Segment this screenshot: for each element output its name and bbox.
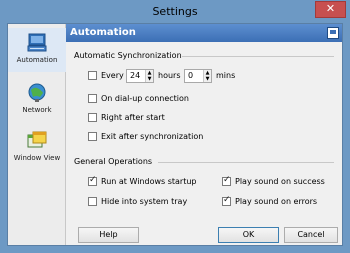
help-button[interactable]: Help <box>78 227 139 243</box>
mins-stepper[interactable]: 0 ▲ ▼ <box>184 69 212 83</box>
exit-after-sync-label: Exit after synchronization <box>101 132 204 141</box>
ok-button[interactable]: OK <box>218 227 279 243</box>
sidebar-item-automation[interactable]: Automation <box>8 28 66 72</box>
sidebar-item-network[interactable]: Network <box>8 80 66 124</box>
window-title: Settings <box>152 5 198 18</box>
right-after-start-checkbox[interactable] <box>88 113 97 122</box>
right-after-start-label: Right after start <box>101 113 165 122</box>
page-title: Automation <box>66 24 342 42</box>
run-startup-label: Run at Windows startup <box>101 177 197 186</box>
hours-stepper[interactable]: 24 ▲ ▼ <box>126 69 154 83</box>
network-icon <box>28 83 46 102</box>
exit-after-sync-checkbox[interactable] <box>88 132 97 141</box>
hide-tray-label: Hide into system tray <box>101 197 188 206</box>
sidebar-item-label: Network <box>22 106 52 114</box>
sound-success-checkbox[interactable] <box>222 175 231 186</box>
mins-unit-label: mins <box>216 71 236 80</box>
sidebar: Automation Network Window View <box>8 24 66 245</box>
group-title-auto-sync: Automatic Synchronization <box>74 51 182 60</box>
run-startup-checkbox[interactable] <box>88 175 97 186</box>
stepper-arrows-icon[interactable]: ▲ ▼ <box>145 70 153 82</box>
dialog-client-area: Automation Network Window View Automatio… <box>7 23 343 246</box>
close-button[interactable]: ✕ <box>315 1 346 18</box>
automation-panel: Automation Automatic Synchronization Eve… <box>66 24 342 245</box>
window-view-icon <box>27 131 47 148</box>
dialup-label: On dial-up connection <box>101 94 189 103</box>
sound-errors-checkbox[interactable] <box>222 195 231 206</box>
cancel-button[interactable]: Cancel <box>284 227 338 243</box>
hide-tray-checkbox[interactable] <box>88 197 97 206</box>
every-label: Every <box>101 71 124 80</box>
mins-value: 0 <box>188 71 194 80</box>
automation-icon <box>27 33 47 52</box>
sidebar-item-window-view[interactable]: Window View <box>8 128 66 172</box>
dialup-checkbox[interactable] <box>88 94 97 103</box>
hours-unit-label: hours <box>158 71 181 80</box>
panel-icon <box>327 27 339 39</box>
hours-value: 24 <box>130 71 141 80</box>
sound-errors-label: Play sound on errors <box>235 197 318 206</box>
sound-success-label: Play sound on success <box>235 177 325 186</box>
group-title-general: General Operations <box>74 157 153 166</box>
group-divider <box>158 162 334 163</box>
sidebar-item-label: Window View <box>13 154 61 162</box>
group-divider <box>182 56 334 57</box>
every-checkbox[interactable] <box>88 71 97 80</box>
settings-window: Settings ✕ Automation Network Window Vie… <box>0 0 350 253</box>
sidebar-item-label: Automation <box>16 56 58 64</box>
stepper-arrows-icon[interactable]: ▲ ▼ <box>203 70 211 82</box>
